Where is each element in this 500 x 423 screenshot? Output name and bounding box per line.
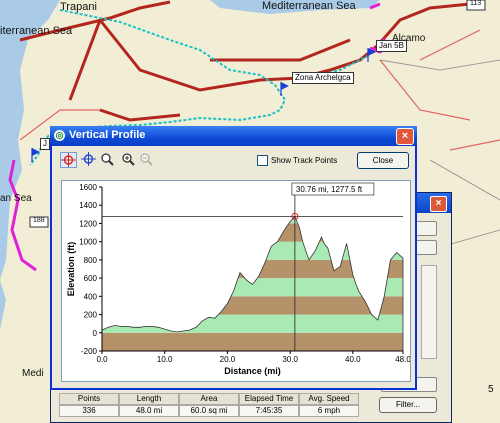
- y-tick-label: 1000: [79, 238, 97, 247]
- y-axis-label: Elevation (ft): [66, 242, 76, 297]
- track-window-scrollbar[interactable]: [421, 265, 437, 359]
- stats-header-area: Area: [179, 393, 239, 405]
- y-tick-label: 800: [84, 256, 98, 265]
- stats-value-length: 48.0 mi: [119, 405, 179, 417]
- show-track-points-checkbox[interactable]: Show Track Points: [257, 155, 337, 166]
- dialog-close-icon[interactable]: ×: [396, 128, 414, 145]
- elevation-band: [102, 314, 403, 333]
- y-tick-label: 600: [84, 274, 98, 283]
- waypoint-zona-archelgca[interactable]: Zona Archelgca: [292, 72, 354, 84]
- x-tick-label: 30.0: [282, 355, 298, 364]
- stats-header-elapsed: Elapsed Time: [239, 393, 299, 405]
- elevation-band: [102, 241, 403, 260]
- map-label-sea-left: iterranean Sea: [0, 25, 73, 37]
- route-marker-113: 113: [470, 0, 482, 7]
- stats-value-elapsed: 7:45:35: [239, 405, 299, 417]
- zoom-icon[interactable]: [99, 152, 116, 168]
- dialog-title: Vertical Profile: [69, 129, 146, 141]
- map-label-sea-mid: an Sea: [0, 193, 32, 204]
- x-axis-label: Distance (mi): [224, 366, 281, 376]
- zoom-out-icon[interactable]: [138, 152, 155, 168]
- y-tick-label: 400: [84, 292, 98, 301]
- x-tick-label: 20.0: [220, 355, 236, 364]
- map-side-label: 5: [488, 384, 494, 395]
- x-tick-label: 40.0: [345, 355, 361, 364]
- y-tick-label: 200: [84, 311, 98, 320]
- stats-value-speed: 6 mph: [299, 405, 359, 417]
- checkbox-box[interactable]: [257, 155, 268, 166]
- stats-header-length: Length: [119, 393, 179, 405]
- elevation-band: [102, 223, 403, 242]
- track-stats-table: Points Length Area Elapsed Time Avg. Spe…: [59, 393, 359, 417]
- stats-header-speed: Avg. Speed: [299, 393, 359, 405]
- map-label-sea-top: Mediterranean Sea: [262, 0, 356, 12]
- stats-value-area: 60.0 sq mi: [179, 405, 239, 417]
- zoom-in-icon[interactable]: [120, 152, 137, 168]
- stats-value-points: 336: [59, 405, 119, 417]
- elevation-band: [102, 216, 403, 224]
- waypoint-jan5b[interactable]: Jan 5B: [376, 40, 407, 52]
- track-window-close-button[interactable]: ×: [430, 196, 447, 212]
- close-button[interactable]: Close: [357, 152, 409, 169]
- crosshair-red-icon[interactable]: [60, 152, 77, 168]
- stats-header-points: Points: [59, 393, 119, 405]
- show-track-points-label: Show Track Points: [271, 156, 338, 165]
- dialog-titlebar[interactable]: ◎ Vertical Profile ×: [50, 126, 417, 146]
- profile-plot-area[interactable]: 1600 1400 1200 1000 800 600 400 200 0 -200 0.0 10.0…: [61, 180, 411, 382]
- x-tick-label: 0.0: [96, 355, 108, 364]
- map-label-trapani: Trapani: [60, 1, 97, 13]
- vertical-profile-dialog: ◎ Vertical Profile × Show Track Points C…: [50, 126, 417, 390]
- route-marker-188: 188: [33, 217, 45, 224]
- y-tick-label: 0: [93, 329, 98, 338]
- y-tick-label: 1200: [79, 219, 97, 228]
- y-tick-label: 1600: [79, 183, 97, 192]
- cursor-annotation: 30.76 mi, 1277.5 ft: [296, 185, 363, 194]
- filter-button[interactable]: Filter...: [379, 397, 437, 413]
- y-tick-label: -200: [81, 347, 98, 356]
- x-tick-label: 10.0: [157, 355, 173, 364]
- elevation-band: [102, 296, 403, 315]
- x-tick-label: 48.0: [395, 355, 410, 364]
- elevation-band: [102, 332, 403, 351]
- waypoint-j[interactable]: J: [40, 138, 50, 150]
- elevation-band: [102, 259, 403, 279]
- crosshair-blue-icon[interactable]: [80, 152, 97, 168]
- y-tick-label: 1400: [79, 201, 97, 210]
- elevation-chart[interactable]: 1600 1400 1200 1000 800 600 400 200 0 -2000.0 10.0…: [62, 181, 411, 381]
- app-icon: ◎: [54, 130, 65, 141]
- map-label-medi: Medi: [22, 368, 44, 379]
- elevation-band: [102, 278, 403, 297]
